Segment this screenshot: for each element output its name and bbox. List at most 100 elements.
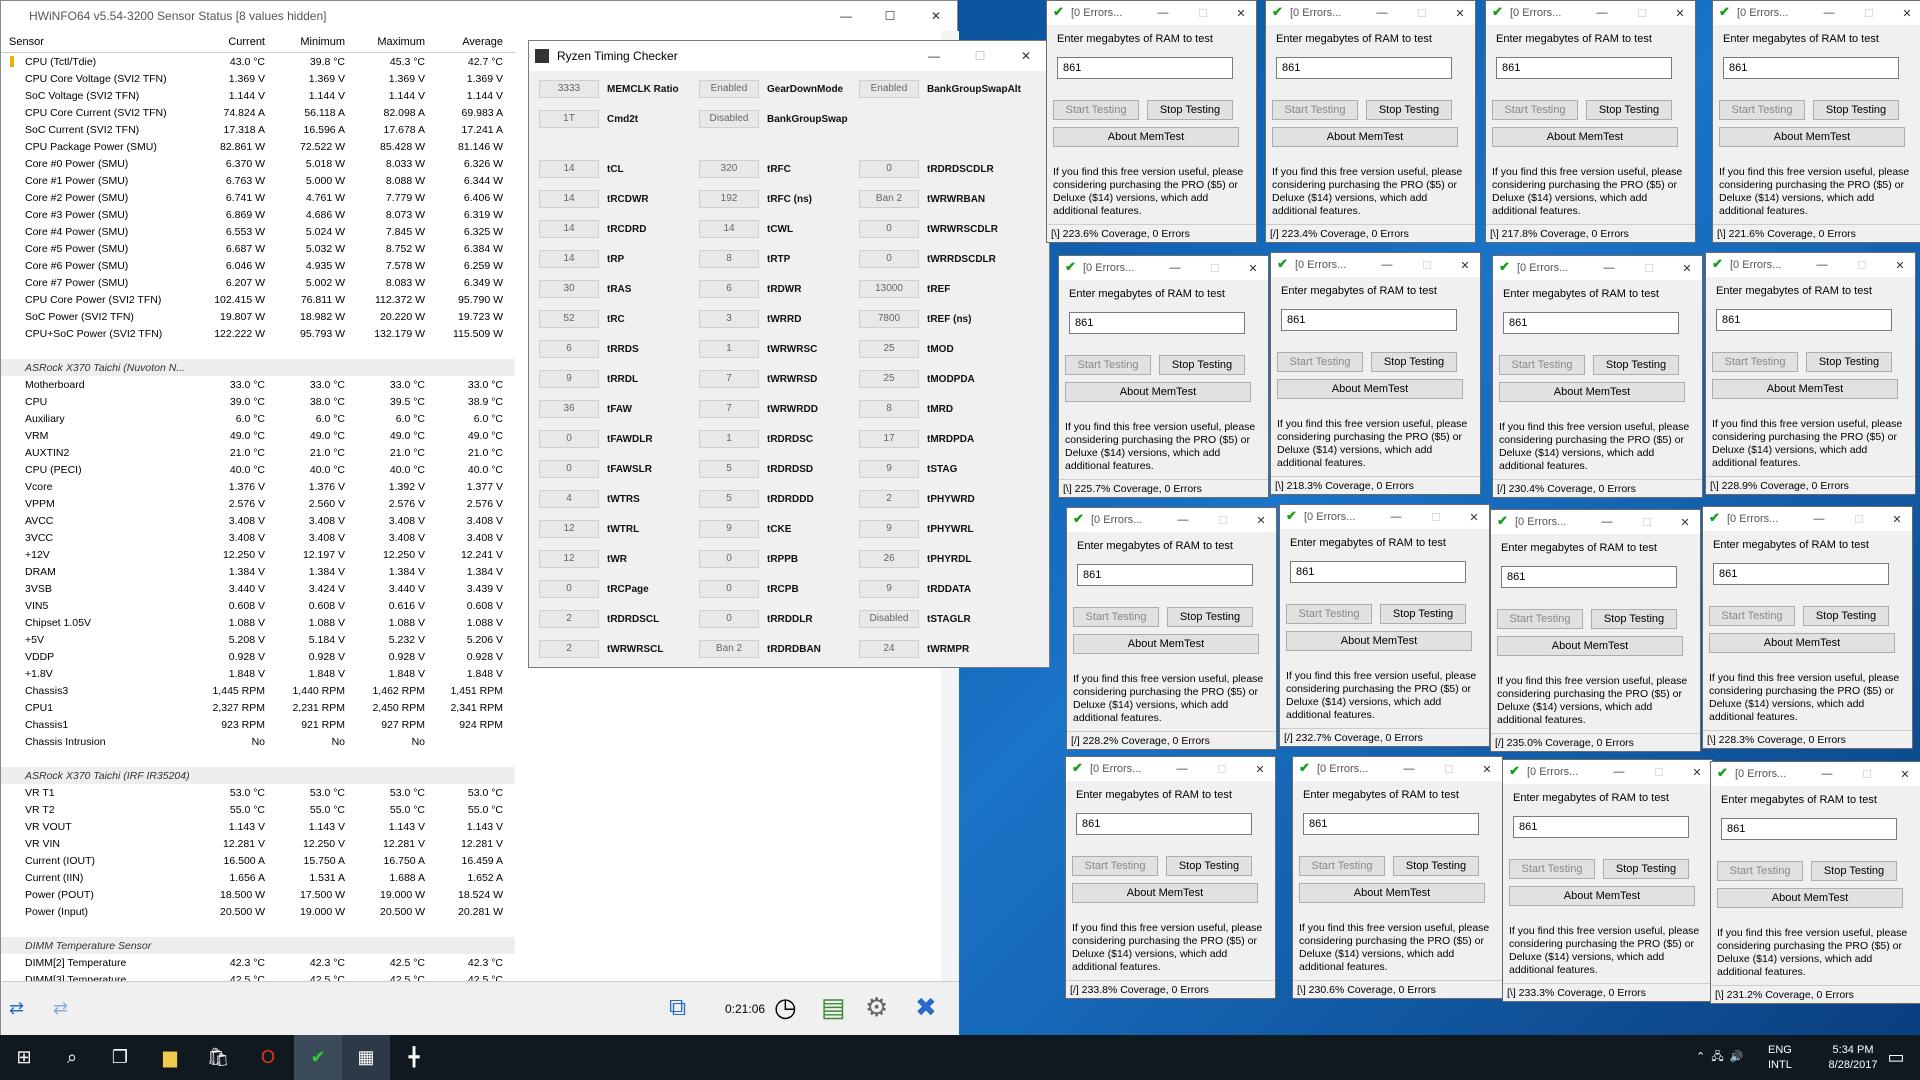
opera-icon[interactable]: O [244, 1035, 292, 1080]
stop-testing-button[interactable]: Stop Testing [1811, 861, 1897, 881]
clock-icon[interactable]: ◷ [774, 992, 797, 1023]
maximize-button[interactable]: ☐ [961, 41, 999, 71]
start-testing-button[interactable]: Start Testing [1065, 355, 1151, 375]
minimize-button[interactable]: — [1168, 757, 1196, 781]
table-row[interactable] [1, 920, 515, 937]
report-icon[interactable]: ▤ [821, 992, 846, 1023]
about-memtest-button[interactable]: About MemTest [1286, 631, 1472, 651]
minimize-button[interactable]: — [1382, 505, 1410, 529]
maximize-button[interactable]: ☐ [1848, 253, 1876, 277]
stop-testing-button[interactable]: Stop Testing [1380, 604, 1466, 624]
table-row[interactable]: Core #0 Power (SMU) 6.370 W 5.018 W 8.033 W… [1, 56, 515, 172]
stop-testing-button[interactable]: Stop Testing [1813, 100, 1899, 120]
stop-testing-button[interactable]: Stop Testing [1603, 859, 1689, 879]
arrows-secondary-icon[interactable]: ⇄ [53, 998, 68, 1019]
close-button[interactable]: ✕ [1671, 510, 1699, 534]
memtest-titlebar[interactable]: ✔ [0 Errors... — ☐ ✕ [1293, 757, 1502, 781]
ram-input[interactable] [1276, 57, 1452, 79]
about-memtest-button[interactable]: About MemTest [1499, 382, 1685, 402]
col-minimum[interactable]: Minimum [271, 36, 351, 48]
close-button[interactable]: ✕ [1473, 757, 1501, 781]
hwinfo-taskbar-icon[interactable]: ▦ [342, 1035, 390, 1080]
table-row[interactable]: Current (IOUT) 16.500 A 15.750 A 16.750 A 16… [1, 56, 515, 869]
table-row[interactable]: Vcore 1.376 V 1.376 V 1.392 V 1.377 V [1, 56, 515, 495]
maximize-button[interactable]: ☐ [1645, 760, 1673, 784]
memtest-titlebar[interactable]: ✔ [0 Errors... — ☐ ✕ [1271, 253, 1480, 277]
memtest-titlebar[interactable]: ✔ [0 Errors... — ☐ ✕ [1066, 757, 1275, 781]
maximize-button[interactable]: ☐ [1408, 1, 1436, 25]
store-icon[interactable]: 🛍 [194, 1035, 242, 1080]
about-memtest-button[interactable]: About MemTest [1072, 883, 1258, 903]
maximize-button[interactable]: ☐ [1435, 757, 1463, 781]
language-indicator[interactable]: ENG INTL [1768, 1035, 1792, 1080]
table-row[interactable] [1, 750, 515, 767]
notification-icon[interactable]: ▭ [1872, 1035, 1920, 1080]
table-row[interactable]: Core #2 Power (SMU) 6.741 W 4.761 W 7.779 W… [1, 56, 515, 206]
close-button[interactable]: ✕ [1246, 757, 1274, 781]
table-row[interactable]: CPU 39.0 °C 38.0 °C 39.5 °C 38.9 °C [1, 56, 515, 410]
close-button[interactable]: ✕ [1247, 508, 1275, 532]
table-row[interactable]: +5V 5.208 V 5.184 V 5.232 V 5.206 V [1, 56, 515, 648]
about-memtest-button[interactable]: About MemTest [1277, 379, 1463, 399]
maximize-button[interactable]: ☐ [1422, 505, 1450, 529]
memtest-titlebar[interactable]: ✔ [0 Errors... — ☐ ✕ [1713, 1, 1920, 25]
table-row[interactable]: ASRock X370 Taichi (Nuvoton N... [1, 56, 515, 376]
about-memtest-button[interactable]: About MemTest [1717, 888, 1903, 908]
maximize-button[interactable]: ☐ [1853, 762, 1881, 786]
minimize-button[interactable]: — [1149, 1, 1177, 25]
table-row[interactable]: CPU Core Voltage (SVI2 TFN) 1.369 V 1.369 … [1, 56, 515, 87]
about-memtest-button[interactable]: About MemTest [1709, 633, 1895, 653]
memtest-titlebar[interactable]: ✔ [0 Errors... — ☐ ✕ [1486, 1, 1695, 25]
memtest-titlebar[interactable]: ✔ [0 Errors... — ☐ ✕ [1059, 256, 1268, 280]
maximize-button[interactable]: ☐ [1209, 508, 1237, 532]
close-button[interactable]: ✕ [1239, 256, 1267, 280]
table-row[interactable]: Core #7 Power (SMU) 6.207 W 5.002 W 8.083 W… [1, 56, 515, 291]
memtest-taskbar-icon[interactable]: ✔ [294, 1035, 342, 1080]
stop-testing-button[interactable]: Stop Testing [1591, 609, 1677, 629]
memtest-titlebar[interactable]: ✔ [0 Errors... — ☐ ✕ [1706, 253, 1915, 277]
about-memtest-button[interactable]: About MemTest [1272, 127, 1458, 147]
stop-testing-button[interactable]: Stop Testing [1167, 607, 1253, 627]
maximize-button[interactable]: ☐ [1189, 1, 1217, 25]
table-row[interactable]: DIMM[2] Temperature 42.3 °C 42.3 °C 42.5 °C… [1, 56, 515, 971]
table-row[interactable]: Chassis3 1,445 RPM 1,440 RPM 1,462 RPM 1,451… [1, 56, 515, 699]
stop-testing-button[interactable]: Stop Testing [1147, 100, 1233, 120]
task-view-icon[interactable]: ❐ [96, 1035, 144, 1080]
maximize-button[interactable]: ☐ [1413, 253, 1441, 277]
table-row[interactable]: VRM 49.0 °C 49.0 °C 49.0 °C 49.0 °C [1, 56, 515, 444]
table-row[interactable]: Core #5 Power (SMU) 6.687 W 5.032 W 8.752 W… [1, 56, 515, 257]
start-testing-button[interactable]: Start Testing [1709, 606, 1795, 626]
maximize-button[interactable]: ☐ [871, 1, 909, 31]
about-memtest-button[interactable]: About MemTest [1509, 886, 1695, 906]
col-maximum[interactable]: Maximum [351, 36, 431, 48]
minimize-button[interactable]: — [1808, 253, 1836, 277]
table-row[interactable]: SoC Power (SVI2 TFN) 19.807 W 18.982 W 20.2… [1, 56, 515, 325]
stop-testing-button[interactable]: Stop Testing [1166, 856, 1252, 876]
table-row[interactable]: CPU (Tctl/Tdie) 43.0 °C 39.8 °C 45.3 °C 42.7… [1, 53, 515, 70]
minimize-button[interactable]: — [1593, 510, 1621, 534]
close-sensor-icon[interactable]: ✖ [915, 992, 937, 1023]
memtest-titlebar[interactable]: ✔ [0 Errors... — ☐ ✕ [1280, 505, 1489, 529]
ram-input[interactable] [1496, 57, 1672, 79]
ram-input[interactable] [1513, 816, 1689, 838]
table-row[interactable]: Auxiliary 6.0 °C 6.0 °C 6.0 °C 6.0 °C [1, 56, 515, 427]
start-testing-button[interactable]: Start Testing [1497, 609, 1583, 629]
table-row[interactable]: Power (Input) 20.500 W 19.000 W 20.500 W 20.… [1, 56, 515, 920]
minimize-button[interactable]: — [1368, 1, 1396, 25]
hwinfo-titlebar[interactable]: HWiNFO64 v5.54-3200 Sensor Status [8 val… [1, 1, 957, 31]
table-row[interactable]: Core #4 Power (SMU) 6.553 W 5.024 W 7.845 W… [1, 56, 515, 240]
stop-testing-button[interactable]: Stop Testing [1586, 100, 1672, 120]
table-row[interactable]: Chassis Intrusion No No No [1, 56, 515, 750]
maximize-button[interactable]: ☐ [1855, 1, 1883, 25]
table-row[interactable]: Current (IIN) 1.656 A 1.531 A 1.688 A 1.652 … [1, 56, 515, 886]
about-memtest-button[interactable]: About MemTest [1497, 636, 1683, 656]
maximize-button[interactable]: ☐ [1635, 256, 1663, 280]
memtest-titlebar[interactable]: ✔ [0 Errors... — ☐ ✕ [1703, 507, 1912, 531]
about-memtest-button[interactable]: About MemTest [1073, 634, 1259, 654]
table-row[interactable]: CPU Core Current (SVI2 TFN) 74.824 A 56.11… [1, 56, 515, 121]
search-icon[interactable]: ⌕ [48, 1035, 96, 1080]
table-row[interactable]: AVCC 3.408 V 3.408 V 3.408 V 3.408 V [1, 56, 515, 529]
arrows-icon[interactable]: ⇄ [9, 998, 24, 1019]
memtest-titlebar[interactable]: ✔ [0 Errors... — ☐ ✕ [1266, 1, 1475, 25]
maximize-button[interactable]: ☐ [1845, 507, 1873, 531]
